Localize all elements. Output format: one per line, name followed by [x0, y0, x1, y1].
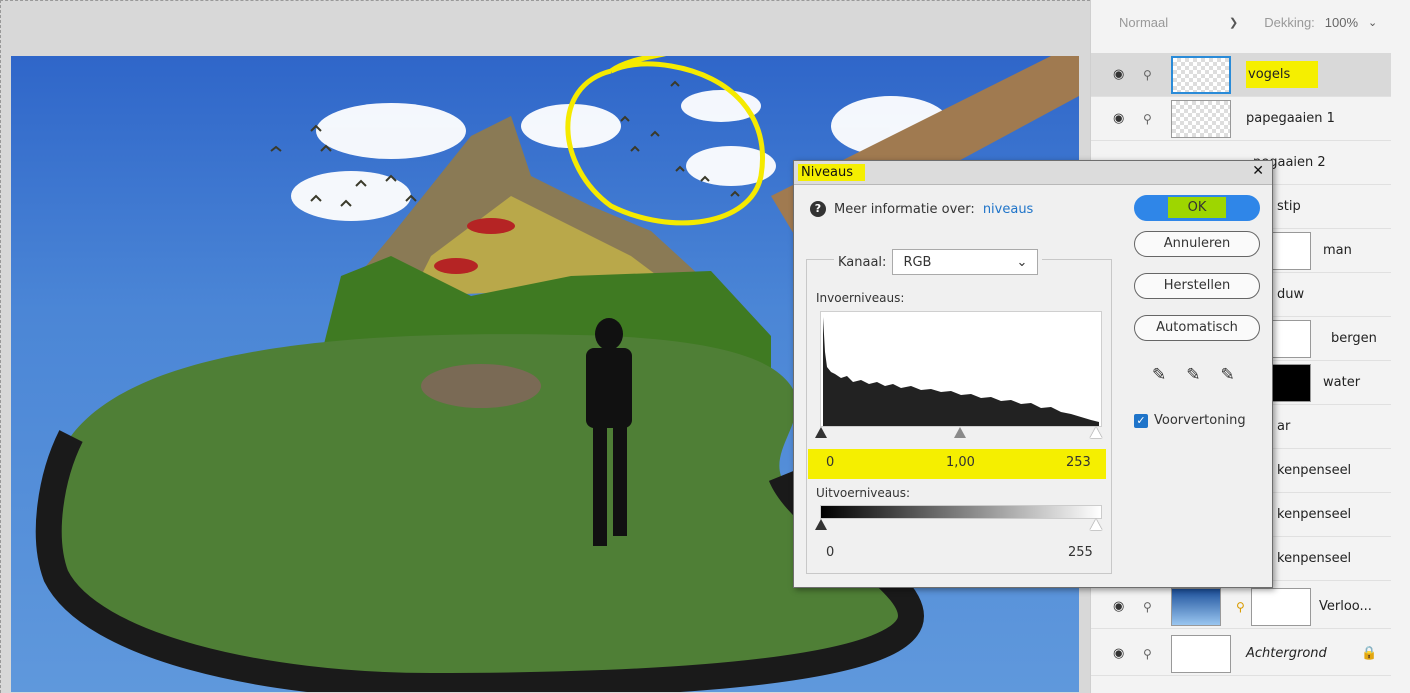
input-black-handle[interactable]	[815, 427, 827, 438]
white-eyedropper-icon[interactable]: ✎	[1221, 365, 1235, 385]
layer-row[interactable]: ◉ ⚲ papegaaien 1	[1091, 97, 1391, 141]
chevron-down-icon: ⌄	[1016, 254, 1028, 270]
opacity-label: Dekking:	[1264, 15, 1315, 30]
channel-label: Kanaal:	[838, 254, 887, 270]
link-icon[interactable]: ⚲	[1143, 600, 1152, 614]
layer-row[interactable]: ◉ ⚲ ⚲ Verloo...	[1091, 585, 1391, 629]
dialog-titlebar[interactable]: Niveaus ✕	[794, 161, 1272, 185]
parrot-2	[434, 258, 478, 274]
dialog-title: Niveaus	[798, 164, 866, 181]
mask-link-icon[interactable]: ⚲	[1236, 600, 1245, 614]
layer-name: papegaaien 1	[1246, 111, 1335, 126]
visibility-eye-icon[interactable]: ◉	[1113, 67, 1124, 82]
output-white-handle[interactable]	[1090, 519, 1102, 530]
layer-name: kenpenseel	[1277, 507, 1352, 522]
layer-name: vogels	[1246, 61, 1319, 88]
histogram-graph	[823, 317, 1099, 426]
layer-thumbnail	[1171, 55, 1231, 94]
input-mid-value[interactable]: 1,00	[946, 455, 975, 470]
layer-row[interactable]: ◉ ⚲ vogels	[1091, 53, 1391, 97]
histogram-area	[823, 317, 1099, 426]
layer-name: water	[1323, 375, 1361, 390]
output-gradient	[820, 505, 1102, 519]
histogram	[820, 311, 1102, 427]
gray-eyedropper-icon[interactable]: ✎	[1186, 365, 1200, 385]
layer-name: ar	[1277, 419, 1291, 434]
channel-row: Kanaal: RGB ⌄	[834, 249, 1043, 275]
layer-row[interactable]: ◉ ⚲ Achtergrond 🔒	[1091, 632, 1391, 676]
output-white-value[interactable]: 255	[1068, 545, 1093, 560]
link-icon[interactable]: ⚲	[1143, 647, 1152, 661]
input-slider[interactable]	[815, 427, 1106, 441]
chevron-down-icon[interactable]: ❯	[1229, 16, 1238, 29]
layer-name: Verloo...	[1319, 599, 1372, 614]
ok-button[interactable]: OK	[1134, 195, 1260, 221]
layer-thumbnail	[1171, 99, 1231, 138]
black-eyedropper-icon[interactable]: ✎	[1152, 365, 1166, 385]
preview-label: Voorvertoning	[1154, 413, 1246, 428]
cancel-button[interactable]: Annuleren	[1134, 231, 1260, 257]
output-levels-label: Uitvoerniveaus:	[816, 486, 911, 500]
ok-label: OK	[1167, 197, 1227, 218]
opacity-value[interactable]: 100%	[1325, 15, 1358, 30]
lock-icon[interactable]: 🔒	[1361, 646, 1377, 661]
output-slider[interactable]	[815, 519, 1106, 533]
close-icon[interactable]: ✕	[1252, 163, 1264, 179]
input-black-value[interactable]: 0	[826, 455, 834, 470]
layers-panel-header: Normaal ❯ Dekking: 100% ⌄	[1091, 0, 1410, 45]
info-text: Meer informatie over:	[834, 201, 975, 217]
input-mid-handle[interactable]	[954, 427, 966, 438]
layer-thumbnail	[1171, 587, 1221, 626]
input-values: 0 1,00 253	[808, 449, 1106, 479]
visibility-eye-icon[interactable]: ◉	[1113, 111, 1124, 126]
parrot-1	[467, 218, 515, 234]
info-row: ? Meer informatie over: niveaus	[810, 201, 1033, 217]
layer-name: man	[1323, 243, 1352, 258]
layer-name: Achtergrond	[1246, 646, 1327, 661]
input-white-handle[interactable]	[1090, 427, 1102, 438]
help-icon: ?	[810, 201, 826, 217]
preview-checkbox[interactable]: ✓	[1134, 413, 1148, 428]
layer-name: stip	[1277, 199, 1301, 214]
levels-dialog: Niveaus ✕ ? Meer informatie over: niveau…	[793, 160, 1273, 588]
reset-button[interactable]: Herstellen	[1134, 273, 1260, 299]
layer-name: bergen	[1331, 331, 1377, 346]
eyedropper-group: ✎ ✎ ✎	[1152, 365, 1235, 385]
layer-name: kenpenseel	[1277, 463, 1352, 478]
link-icon[interactable]: ⚲	[1143, 112, 1152, 126]
visibility-eye-icon[interactable]: ◉	[1113, 599, 1124, 614]
link-icon[interactable]: ⚲	[1143, 68, 1152, 82]
channel-value: RGB	[903, 254, 932, 270]
channel-select[interactable]: RGB ⌄	[892, 249, 1039, 275]
input-levels-label: Invoerniveaus:	[816, 291, 905, 305]
info-link[interactable]: niveaus	[983, 202, 1034, 217]
input-white-value[interactable]: 253	[1066, 455, 1091, 470]
layer-mask-thumbnail	[1251, 587, 1311, 626]
opacity-chevron-icon[interactable]: ⌄	[1368, 16, 1377, 29]
layer-name: kenpenseel	[1277, 551, 1352, 566]
layer-thumbnail	[1171, 634, 1231, 673]
output-black-value[interactable]: 0	[826, 545, 834, 560]
visibility-eye-icon[interactable]: ◉	[1113, 646, 1124, 661]
output-black-handle[interactable]	[815, 519, 827, 530]
blend-mode-select[interactable]: Normaal	[1119, 15, 1219, 30]
preview-option[interactable]: ✓ Voorvertoning	[1134, 413, 1246, 428]
rock	[421, 364, 541, 408]
layer-name: duw	[1277, 287, 1305, 302]
auto-button[interactable]: Automatisch	[1134, 315, 1260, 341]
